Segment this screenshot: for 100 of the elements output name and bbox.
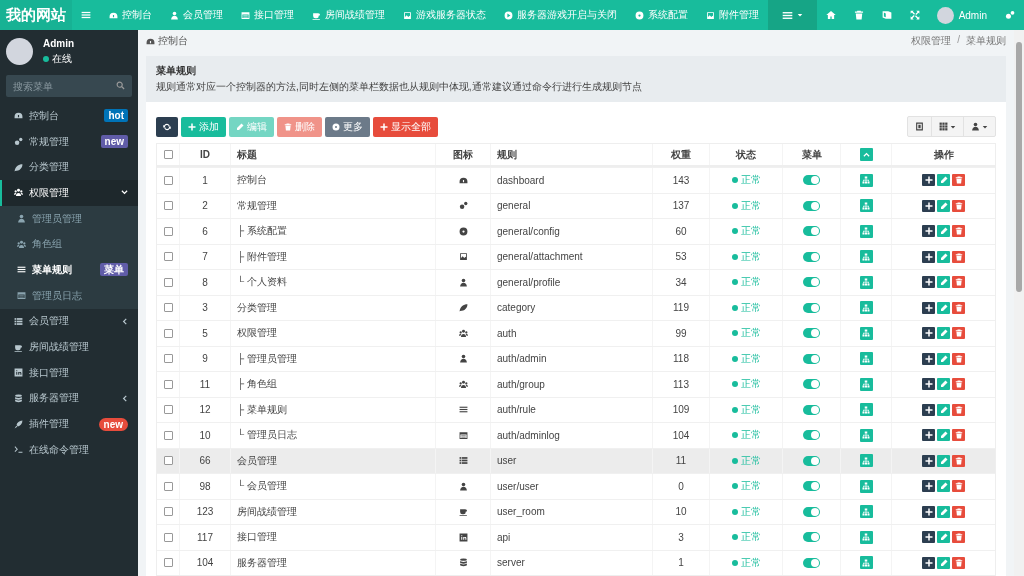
sitemap-button[interactable] (859, 556, 873, 570)
checkbox[interactable] (163, 507, 173, 517)
toggle-switch[interactable] (803, 455, 820, 466)
breadcrumb-link[interactable]: 权限管理 (911, 34, 952, 48)
checkbox[interactable] (163, 201, 173, 211)
toggle-switch[interactable] (803, 175, 820, 186)
table-row[interactable]: 7 ├ 附件管理 general/attachment 53 正常 (157, 243, 995, 269)
sidebar-item[interactable]: 房间战绩管理 (0, 334, 138, 360)
sitemap-button[interactable] (859, 224, 873, 238)
add-button[interactable] (922, 327, 935, 340)
sitemap-button[interactable] (859, 199, 873, 213)
delete-button[interactable] (952, 276, 965, 289)
table-row[interactable]: 1 控制台 dashboard 143 正常 (157, 167, 995, 193)
add-button[interactable] (922, 301, 935, 314)
refresh-button[interactable] (156, 116, 178, 137)
breadcrumb-link[interactable]: 菜单规则 (966, 34, 1006, 48)
add-button[interactable] (922, 174, 935, 187)
checkbox[interactable] (163, 328, 173, 338)
add-button[interactable] (922, 454, 935, 467)
menu-dropdown-button[interactable] (767, 0, 817, 30)
toggle-switch[interactable] (803, 404, 820, 415)
add-button[interactable] (922, 429, 935, 442)
sitemap-button[interactable] (859, 250, 873, 264)
toggle-switch[interactable] (803, 302, 820, 313)
toggle-switch[interactable] (803, 226, 820, 237)
sitemap-button[interactable] (859, 505, 873, 519)
delete-button[interactable] (952, 199, 965, 212)
toggle-switch[interactable] (803, 200, 820, 211)
toggle-switch[interactable] (803, 430, 820, 441)
delete-button[interactable] (952, 378, 965, 391)
delete-button[interactable] (952, 250, 965, 263)
sidebar-item[interactable]: 服务器管理 (0, 385, 138, 412)
table-row[interactable]: 104 服务器管理 server 1 正常 (157, 549, 995, 575)
sidebar-subitem[interactable]: 菜单规则 菜单 (0, 257, 138, 283)
toggle-switch[interactable] (803, 532, 820, 543)
sidebar-subitem[interactable]: 角色组 (0, 231, 138, 258)
table-row[interactable]: 6 ├ 系统配置 general/config 60 正常 (157, 218, 995, 244)
sitemap-button[interactable] (859, 352, 873, 366)
table-row[interactable]: 8 └ 个人资料 general/profile 34 正常 (157, 269, 995, 295)
showall-button[interactable]: 显示全部 (373, 116, 438, 137)
checkbox[interactable] (163, 532, 173, 542)
avatar[interactable] (936, 6, 954, 24)
add-button[interactable] (922, 556, 935, 569)
delete-button[interactable] (952, 403, 965, 416)
sidebar-item[interactable]: 接口管理 (0, 359, 138, 386)
toggle-switch[interactable] (803, 328, 820, 339)
checkbox[interactable] (163, 558, 173, 568)
table-row[interactable]: 117 接口管理 api 3 正常 (157, 524, 995, 550)
sitemap-button[interactable] (859, 326, 873, 340)
checkbox[interactable] (163, 277, 173, 287)
sidebar-item[interactable]: 分类管理 (0, 154, 138, 181)
sitemap-button[interactable] (859, 173, 873, 187)
sidebar-item[interactable]: 在线命令管理 (0, 436, 138, 463)
checkbox[interactable] (163, 379, 173, 389)
checkbox[interactable] (163, 175, 173, 185)
checkbox[interactable] (163, 405, 173, 415)
add-button[interactable] (922, 531, 935, 544)
delete-button[interactable] (952, 556, 965, 569)
table-row[interactable]: 2 常规管理 general 137 正常 (157, 192, 995, 218)
sidebar-item[interactable]: 控制台 hot (0, 103, 138, 129)
delete-button[interactable] (952, 531, 965, 544)
table-row[interactable]: 10 └ 管理员日志 auth/adminlog 104 正常 (157, 422, 995, 448)
checkbox[interactable] (163, 226, 173, 236)
breadcrumb-home[interactable]: 控制台 (146, 34, 188, 48)
checkbox[interactable] (163, 456, 173, 466)
delete-button[interactable] (952, 480, 965, 493)
checkbox[interactable] (163, 354, 173, 364)
more-button[interactable]: 更多 (325, 116, 370, 137)
add-button[interactable] (922, 378, 935, 391)
add-button[interactable] (922, 403, 935, 416)
scrollbar[interactable] (1014, 30, 1024, 576)
add-button[interactable] (922, 225, 935, 238)
sidebar-item[interactable]: 权限管理 (0, 180, 138, 206)
sitemap-button[interactable] (859, 301, 873, 315)
delete-button[interactable] (952, 454, 965, 467)
table-row[interactable]: 5 权限管理 auth 99 正常 (157, 320, 995, 346)
toggle-switch[interactable] (803, 251, 820, 262)
table-row[interactable]: 3 分类管理 category 119 正常 (157, 294, 995, 320)
search-field[interactable]: 搜索菜单 (6, 75, 132, 97)
collapse-all-button[interactable] (859, 148, 873, 161)
sidebar-item[interactable]: 常规管理 new (0, 128, 138, 155)
sitemap-button[interactable] (859, 479, 873, 493)
checkbox[interactable] (163, 481, 173, 491)
sitemap-button[interactable] (859, 403, 873, 417)
delete-button[interactable] (952, 327, 965, 340)
delete-button[interactable] (952, 225, 965, 238)
toggle-switch[interactable] (803, 481, 820, 492)
sitemap-button[interactable] (859, 275, 873, 289)
delete-button[interactable] (952, 505, 965, 518)
toggle-switch[interactable] (803, 506, 820, 517)
table-row[interactable]: 123 房间战绩管理 user_room 10 正常 (157, 498, 995, 524)
sitemap-button[interactable] (859, 530, 873, 544)
table-row[interactable]: 98 └ 会员管理 user/user 0 正常 (157, 473, 995, 499)
toggle-switch[interactable] (803, 353, 820, 364)
add-button[interactable] (922, 199, 935, 212)
delete-button[interactable] (952, 429, 965, 442)
delete-button[interactable] (952, 352, 965, 365)
toggle-switch[interactable] (803, 277, 820, 288)
checkbox[interactable] (163, 303, 173, 313)
add-button[interactable] (922, 505, 935, 518)
